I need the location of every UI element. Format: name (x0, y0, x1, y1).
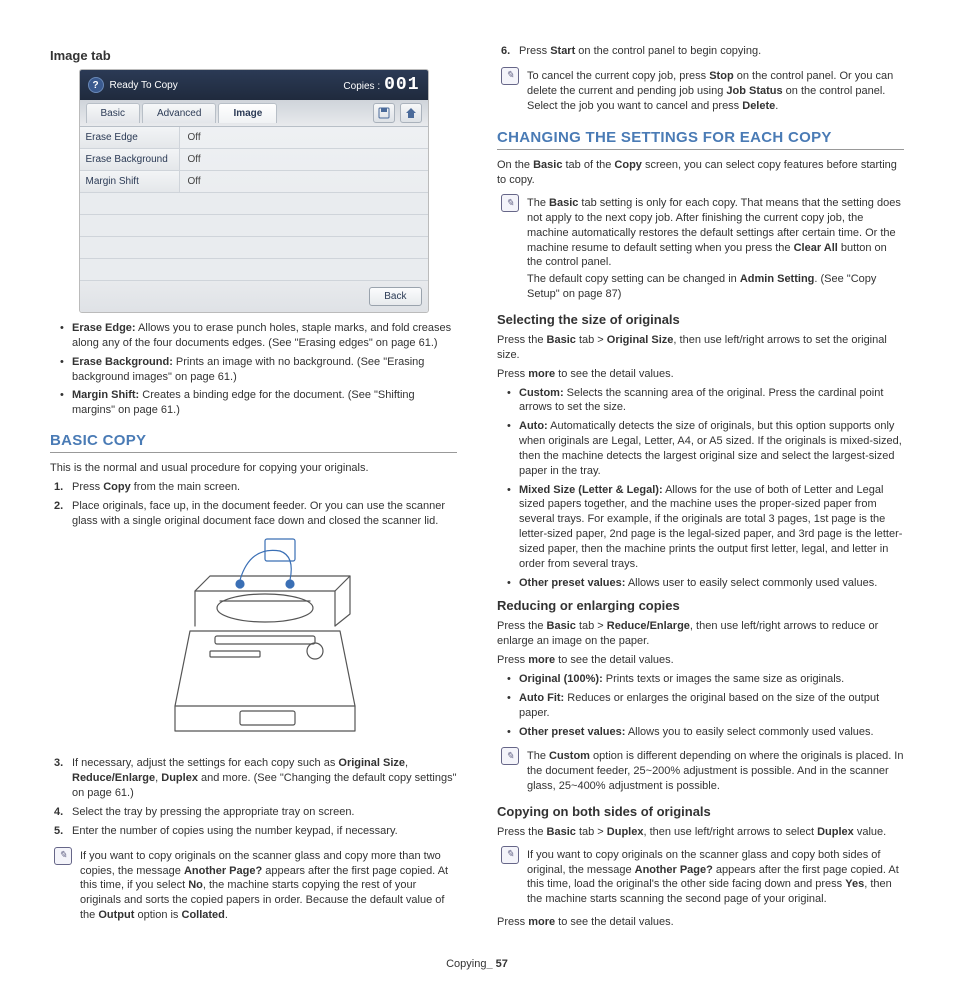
note-basic-tab: ✎ The Basic tab setting is only for each… (501, 194, 904, 304)
reducing-enlarging-heading: Reducing or enlarging copies (497, 598, 904, 613)
copies-display: Copies :001 (343, 75, 419, 95)
changing-settings-heading: Changing the Settings for Each Copy (497, 129, 904, 150)
home-icon[interactable] (400, 103, 422, 123)
basic-copy-intro: This is the normal and usual procedure f… (50, 461, 457, 476)
note-icon: ✎ (501, 747, 519, 765)
selecting-size-bullets: Custom: Selects the scanning area of the… (497, 386, 904, 591)
note-custom-option: ✎ The Custom option is different dependi… (501, 747, 904, 796)
tab-basic[interactable]: Basic (86, 103, 140, 123)
note-icon: ✎ (501, 194, 519, 212)
save-icon[interactable] (373, 103, 395, 123)
step-6: Press Start on the control panel to begi… (497, 44, 904, 59)
note-icon: ✎ (501, 67, 519, 85)
image-tab-heading: Image tab (50, 48, 457, 63)
row-margin-shift[interactable]: Margin Shift Off (80, 171, 428, 193)
note-duplex: ✎ If you want to copy originals on the s… (501, 846, 904, 909)
note-another-page: ✎ If you want to copy originals on the s… (54, 847, 457, 925)
reducing-enlarging-bullets: Original (100%): Prints texts or images … (497, 672, 904, 739)
duplex-heading: Copying on both sides of originals (497, 804, 904, 819)
selecting-size-heading: Selecting the size of originals (497, 312, 904, 327)
note-cancel-job: ✎ To cancel the current copy job, press … (501, 67, 904, 116)
ui-title-bar: ? Ready To Copy Copies :001 (80, 70, 428, 100)
ui-title-text: Ready To Copy (110, 80, 178, 91)
tab-image[interactable]: Image (218, 103, 277, 123)
note-icon: ✎ (501, 846, 519, 864)
back-button[interactable]: Back (369, 287, 421, 306)
printer-ui-screenshot: ? Ready To Copy Copies :001 Basic Advanc… (79, 69, 429, 313)
row-erase-edge[interactable]: Erase Edge Off (80, 127, 428, 149)
page-footer: Copying_ 57 (50, 958, 904, 970)
image-tab-bullets: Erase Edge: Allows you to erase punch ho… (50, 321, 457, 418)
basic-copy-steps: Press Copy from the main screen. Place o… (50, 480, 457, 839)
tab-advanced[interactable]: Advanced (142, 103, 216, 123)
note-icon: ✎ (54, 847, 72, 865)
row-erase-background[interactable]: Erase Background Off (80, 149, 428, 171)
help-icon: ? (88, 77, 104, 93)
changing-settings-intro: On the Basic tab of the Copy screen, you… (497, 158, 904, 188)
basic-copy-heading: Basic Copy (50, 432, 457, 453)
printer-illustration (150, 536, 380, 746)
